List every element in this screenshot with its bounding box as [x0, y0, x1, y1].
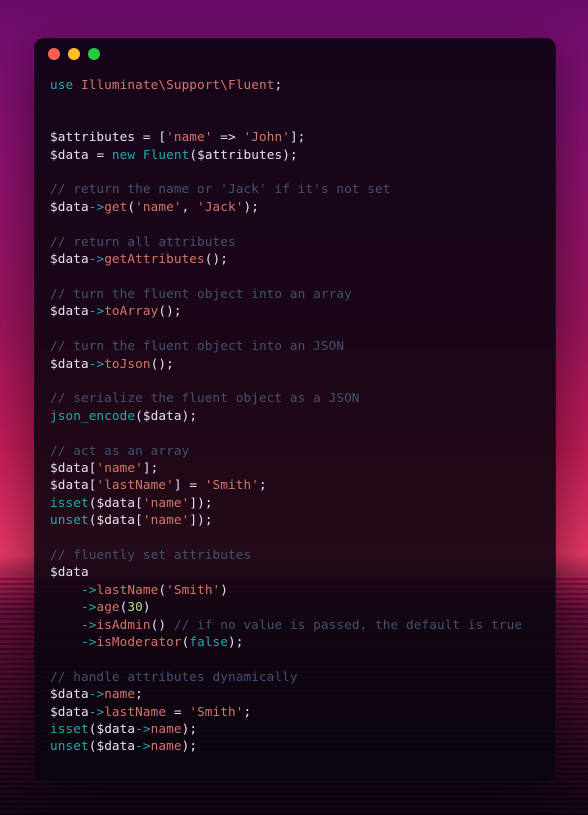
code-window: use Illuminate\Support\Fluent; $attribut…: [34, 38, 556, 782]
keyword-use: use: [50, 77, 73, 92]
comment: // turn the fluent object into an array: [50, 286, 352, 301]
var-attributes: $attributes: [50, 129, 135, 144]
comment: // act as an array: [50, 443, 189, 458]
maximize-icon[interactable]: [88, 48, 100, 60]
comment: // fluently set attributes: [50, 547, 251, 562]
close-icon[interactable]: [48, 48, 60, 60]
var-data: $data: [50, 147, 89, 162]
minimize-icon[interactable]: [68, 48, 80, 60]
comment: // turn the fluent object into an JSON: [50, 338, 344, 353]
comment: // return all attributes: [50, 234, 236, 249]
comment: // handle attributes dynamically: [50, 669, 298, 684]
namespace: Illuminate\Support\Fluent: [81, 77, 274, 92]
comment: // serialize the fluent object as a JSON: [50, 390, 360, 405]
comment: // return the name or 'Jack' if it's not…: [50, 181, 391, 196]
code-block: use Illuminate\Support\Fluent; $attribut…: [34, 70, 556, 771]
window-titlebar: [34, 38, 556, 70]
